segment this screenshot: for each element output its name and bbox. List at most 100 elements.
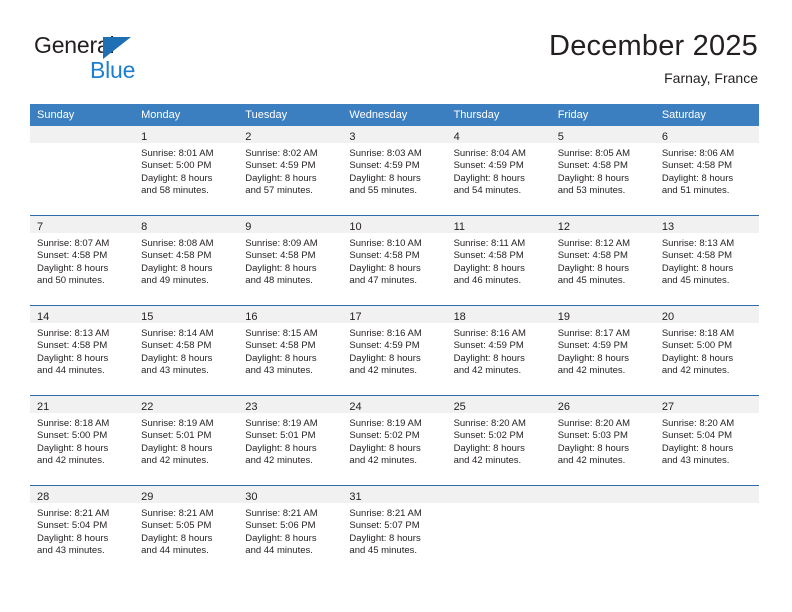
calendar-day-cell[interactable]: 9 Sunrise: 8:09 AM Sunset: 4:58 PM Daylight… [238, 215, 343, 306]
day-number: 10 [349, 221, 362, 233]
calendar-day-cell[interactable]: 6 Sunrise: 8:06 AM Sunset: 4:58 PM Daylight… [654, 126, 759, 216]
sunset-text: Sunset: 5:00 PM [37, 430, 108, 442]
calendar-day-cell[interactable]: 8 Sunrise: 8:08 AM Sunset: 4:58 PM Daylight… [134, 215, 239, 306]
page-title: December 2025 [549, 30, 758, 62]
day-number-band: 18 [446, 306, 551, 323]
daylight-text-line1: Daylight: 8 hours [349, 442, 421, 454]
sunrise-text: Sunrise: 8:16 AM [453, 328, 526, 339]
calendar-day-cell[interactable]: 16 Sunrise: 8:15 AM Sunset: 4:58 PM Dayligh… [238, 305, 343, 396]
day-number-band: 1 [134, 126, 239, 143]
day-cell-details: Sunrise: 8:20 AM Sunset: 5:02 PM Daylight:… [447, 413, 551, 468]
sunrise-text: Sunrise: 8:21 AM [245, 508, 318, 519]
day-cell-inner [30, 126, 135, 215]
day-cell-inner: 15 Sunrise: 8:14 AM Sunset: 4:58 PM Dayligh… [134, 306, 239, 395]
daylight-text-line1: Daylight: 8 hours [661, 172, 734, 184]
daylight-text-line2: and 47 minutes. [349, 275, 418, 287]
calendar-day-cell[interactable]: 10 Sunrise: 8:10 AM Sunset: 4:58 PM Dayligh… [342, 215, 447, 306]
day-cell-inner: 11 Sunrise: 8:11 AM Sunset: 4:58 PM Dayligh… [446, 216, 551, 305]
calendar-day-cell[interactable]: 14 Sunrise: 8:13 AM Sunset: 4:58 PM Dayligh… [30, 305, 135, 396]
calendar-day-cell[interactable]: 26 Sunrise: 8:20 AM Sunset: 5:03 PM Dayligh… [550, 395, 655, 486]
sunrise-text: Sunrise: 8:09 AM [245, 238, 318, 249]
day-number-band: 14 [30, 306, 135, 323]
calendar-day-cell[interactable]: 1 Sunrise: 8:01 AM Sunset: 5:00 PM Daylight… [134, 126, 239, 216]
sunrise-text: Sunrise: 8:12 AM [557, 238, 631, 249]
daylight-text-line2: and 54 minutes. [453, 185, 522, 197]
calendar-day-cell[interactable]: 11 Sunrise: 8:11 AM Sunset: 4:58 PM Dayligh… [446, 215, 551, 306]
sunrise-text: Sunrise: 8:21 AM [141, 508, 214, 519]
calendar-day-cell[interactable]: 31 Sunrise: 8:21 AM Sunset: 5:07 PM Dayligh… [342, 485, 447, 575]
sunrise-text: Sunrise: 8:17 AM [557, 328, 631, 339]
calendar-day-cell[interactable]: 4 Sunrise: 8:04 AM Sunset: 4:59 PM Daylight… [446, 126, 551, 216]
day-number-band: 25 [446, 396, 551, 413]
calendar-day-cell[interactable]: 7 Sunrise: 8:07 AM Sunset: 4:58 PM Daylight… [30, 215, 135, 306]
daylight-text-line2: and 48 minutes. [245, 275, 313, 287]
day-cell-details: Sunrise: 8:21 AM Sunset: 5:05 PM Daylight:… [134, 503, 238, 558]
day-cell-inner: 17 Sunrise: 8:16 AM Sunset: 4:59 PM Dayligh… [342, 306, 447, 395]
calendar-header-row: Sunday Monday Tuesday Wednesday Thursday… [30, 104, 759, 126]
calendar-day-cell[interactable]: 25 Sunrise: 8:20 AM Sunset: 5:02 PM Dayligh… [446, 395, 551, 486]
daylight-text-line1: Daylight: 8 hours [141, 352, 213, 364]
calendar-day-cell[interactable]: 15 Sunrise: 8:14 AM Sunset: 4:58 PM Dayligh… [134, 305, 239, 396]
sunrise-text: Sunrise: 8:13 AM [37, 328, 110, 339]
sunset-text: Sunset: 5:03 PM [557, 430, 628, 442]
day-number: 4 [453, 131, 460, 143]
sunset-text: Sunset: 5:02 PM [453, 430, 524, 442]
day-cell-inner: 24 Sunrise: 8:19 AM Sunset: 5:02 PM Dayligh… [342, 396, 447, 485]
day-number-band: 21 [30, 396, 135, 413]
daylight-text-line1: Daylight: 8 hours [661, 352, 734, 364]
sunset-text: Sunset: 4:58 PM [37, 250, 108, 262]
day-cell-details: Sunrise: 8:03 AM Sunset: 4:59 PM Daylight:… [342, 143, 446, 198]
calendar-day-cell[interactable]: 3 Sunrise: 8:03 AM Sunset: 4:59 PM Daylight… [342, 126, 447, 216]
daylight-text-line2: and 53 minutes. [557, 185, 626, 197]
calendar-day-cell[interactable]: 24 Sunrise: 8:19 AM Sunset: 5:02 PM Dayligh… [342, 395, 447, 486]
daylight-text-line1: Daylight: 8 hours [557, 442, 629, 454]
calendar-week-row: 7 Sunrise: 8:07 AM Sunset: 4:58 PM Daylight… [30, 215, 759, 306]
calendar-day-cell[interactable]: 5 Sunrise: 8:05 AM Sunset: 4:58 PM Daylight… [550, 126, 655, 216]
sunrise-text: Sunrise: 8:21 AM [37, 508, 110, 519]
calendar-day-cell[interactable]: 21 Sunrise: 8:18 AM Sunset: 5:00 PM Dayligh… [30, 395, 135, 486]
calendar-day-cell[interactable]: 27 Sunrise: 8:20 AM Sunset: 5:04 PM Dayligh… [654, 395, 759, 486]
day-number: 27 [661, 401, 675, 413]
day-cell-details [30, 143, 134, 148]
day-number-band: 15 [134, 306, 239, 323]
day-cell-inner: 16 Sunrise: 8:15 AM Sunset: 4:58 PM Dayligh… [238, 306, 343, 395]
calendar-day-cell[interactable]: 17 Sunrise: 8:16 AM Sunset: 4:59 PM Dayligh… [342, 305, 447, 396]
day-cell-details [551, 503, 655, 508]
calendar-day-cell[interactable]: 22 Sunrise: 8:19 AM Sunset: 5:01 PM Dayligh… [134, 395, 239, 486]
calendar-day-cell[interactable]: 20 Sunrise: 8:18 AM Sunset: 5:00 PM Dayligh… [654, 305, 759, 396]
day-number-band: 29 [134, 486, 239, 503]
daylight-text-line1: Daylight: 8 hours [245, 532, 317, 544]
daylight-text-line2: and 50 minutes. [37, 275, 105, 287]
general-blue-logo[interactable]: General Blue [34, 32, 214, 88]
sunrise-text: Sunrise: 8:19 AM [141, 418, 214, 429]
calendar-day-cell-empty [550, 485, 655, 575]
day-cell-details: Sunrise: 8:12 AM Sunset: 4:58 PM Daylight:… [551, 233, 655, 288]
daylight-text-line2: and 51 minutes. [661, 185, 730, 197]
sunset-text: Sunset: 4:58 PM [557, 160, 628, 172]
calendar-day-cell[interactable]: 19 Sunrise: 8:17 AM Sunset: 4:59 PM Dayligh… [550, 305, 655, 396]
day-number: 22 [141, 401, 154, 413]
calendar-day-cell[interactable]: 13 Sunrise: 8:13 AM Sunset: 4:58 PM Dayligh… [654, 215, 759, 306]
calendar-day-cell[interactable]: 12 Sunrise: 8:12 AM Sunset: 4:58 PM Dayligh… [550, 215, 655, 306]
calendar-day-cell[interactable]: 18 Sunrise: 8:16 AM Sunset: 4:59 PM Dayligh… [446, 305, 551, 396]
sunrise-text: Sunrise: 8:19 AM [245, 418, 318, 429]
day-cell-inner: 14 Sunrise: 8:13 AM Sunset: 4:58 PM Dayligh… [30, 306, 135, 395]
calendar-week-row: 21 Sunrise: 8:18 AM Sunset: 5:00 PM Dayligh… [30, 395, 759, 486]
calendar-day-cell[interactable]: 29 Sunrise: 8:21 AM Sunset: 5:05 PM Dayligh… [134, 485, 239, 575]
calendar-day-cell[interactable]: 28 Sunrise: 8:21 AM Sunset: 5:04 PM Dayligh… [30, 485, 135, 575]
calendar-day-cell[interactable]: 30 Sunrise: 8:21 AM Sunset: 5:06 PM Dayligh… [238, 485, 343, 575]
sunrise-text: Sunrise: 8:15 AM [245, 328, 318, 339]
weekday-header-friday: Friday [550, 104, 655, 126]
day-cell-inner: 10 Sunrise: 8:10 AM Sunset: 4:58 PM Dayligh… [342, 216, 447, 305]
day-cell-details: Sunrise: 8:06 AM Sunset: 4:58 PM Daylight:… [655, 143, 759, 198]
day-number: 15 [141, 311, 154, 323]
calendar-day-cell[interactable]: 23 Sunrise: 8:19 AM Sunset: 5:01 PM Dayligh… [238, 395, 343, 486]
daylight-text-line1: Daylight: 8 hours [37, 352, 109, 364]
calendar-day-cell[interactable]: 2 Sunrise: 8:02 AM Sunset: 4:59 PM Daylight… [238, 126, 343, 216]
day-number: 28 [37, 491, 50, 503]
day-cell-inner: 12 Sunrise: 8:12 AM Sunset: 4:58 PM Dayligh… [550, 216, 655, 305]
sunset-text: Sunset: 4:59 PM [453, 160, 524, 172]
day-number: 3 [349, 131, 356, 143]
day-cell-details: Sunrise: 8:14 AM Sunset: 4:58 PM Daylight:… [134, 323, 238, 378]
title-block: December 2025 Farnay, France [549, 28, 758, 88]
